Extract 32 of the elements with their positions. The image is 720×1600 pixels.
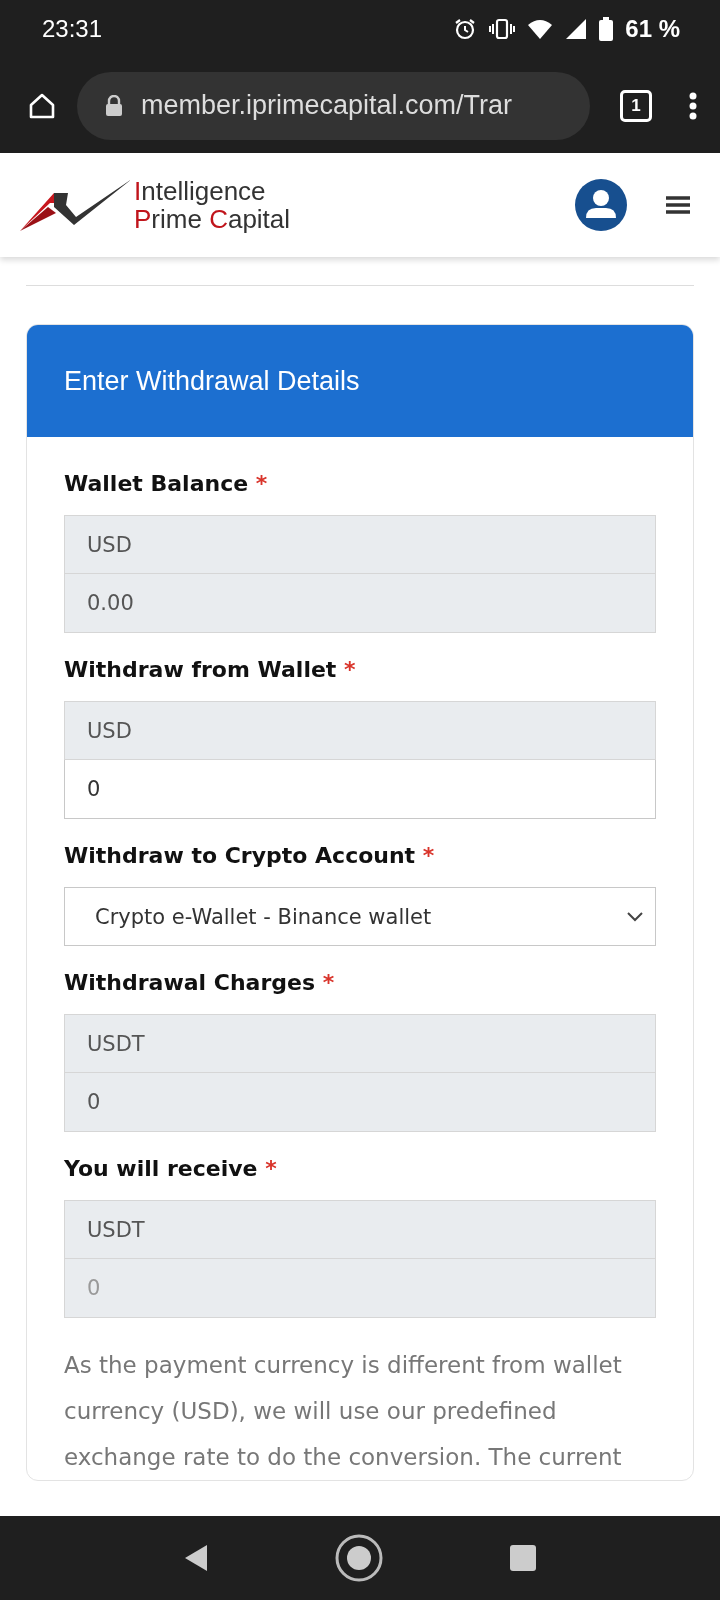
address-bar[interactable]: member.iprimecapital.com/Trar (77, 71, 590, 140)
lock-icon (105, 94, 123, 117)
battery-percentage: 61 % (625, 15, 680, 43)
logo-text[interactable]: Intelligence Prime Capital (134, 177, 291, 233)
amount-field[interactable]: 0 (64, 760, 656, 819)
card-title: Enter Withdrawal Details (64, 365, 360, 397)
currency-field: USDT (64, 1200, 656, 1259)
more-options-icon[interactable] (688, 90, 698, 121)
amount-field: 0.00 (64, 574, 656, 633)
field-label: Withdraw to Crypto Account * (64, 843, 436, 869)
chevron-down-icon (627, 911, 643, 922)
currency-field: USD (64, 515, 656, 574)
currency-field: USD (64, 701, 656, 760)
tab-count-button[interactable]: 1 (620, 89, 652, 122)
home-button-icon[interactable] (334, 1533, 384, 1583)
wifi-icon (527, 18, 554, 40)
field-label: Withdrawal Charges * (64, 970, 336, 996)
field-label: Withdraw from Wallet * (64, 657, 357, 683)
conversion-note: As the payment currency is different from wallet currency (USD), we will use our predefined exchange rate to do the conversion. The current (64, 1351, 623, 1472)
battery-icon (599, 17, 614, 41)
status-time: 23:31 (42, 15, 103, 43)
account-dropdown[interactable]: Crypto e-Wallet - Binance wallet (64, 887, 656, 946)
menu-icon[interactable] (666, 195, 690, 215)
field-label: Wallet Balance * (64, 471, 269, 497)
user-avatar-icon[interactable] (574, 178, 628, 232)
vibrate-icon (489, 18, 516, 40)
recent-apps-icon[interactable] (509, 1544, 538, 1572)
field-label: You will receive * (64, 1156, 278, 1182)
signal-icon (565, 18, 588, 40)
amount-field: 0 (64, 1073, 656, 1132)
amount-field: 0 (64, 1259, 656, 1318)
currency-field: USDT (64, 1014, 656, 1073)
